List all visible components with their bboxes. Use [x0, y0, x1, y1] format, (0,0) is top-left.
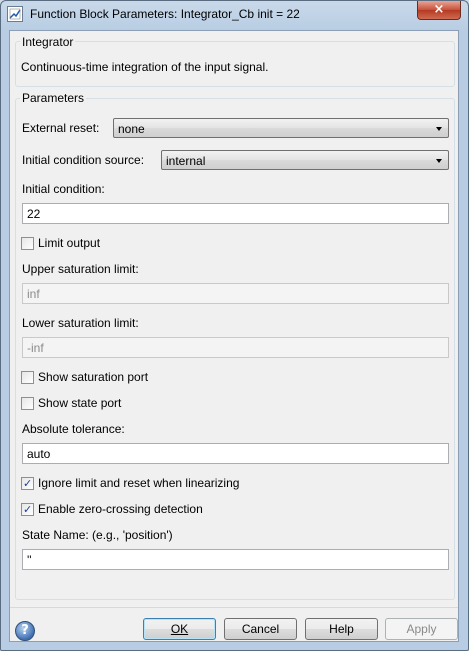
checkmark-icon: ✓: [23, 477, 33, 490]
limit-output-label: Limit output: [38, 236, 101, 250]
block-description: Continuous-time integration of the input…: [21, 60, 269, 74]
dialog-window: Function Block Parameters: Integrator_Cb…: [0, 0, 469, 651]
external-reset-label: External reset:: [22, 121, 100, 135]
absolute-tolerance-value: auto: [27, 447, 51, 461]
absolute-tolerance-label: Absolute tolerance:: [22, 422, 125, 436]
lower-limit-value: -inf: [27, 341, 44, 355]
upper-limit-label: Upper saturation limit:: [22, 262, 139, 276]
cancel-button[interactable]: Cancel: [224, 618, 297, 640]
parameters-label: Parameters: [20, 91, 87, 105]
help-button[interactable]: Help: [305, 618, 378, 640]
chevron-down-icon: [436, 127, 442, 131]
chevron-down-icon: [436, 159, 442, 163]
lower-limit-field: -inf: [22, 337, 449, 358]
apply-button: Apply: [385, 618, 458, 640]
zero-crossing-checkbox[interactable]: ✓: [21, 503, 34, 516]
apply-button-label: Apply: [406, 622, 437, 636]
initial-condition-label: Initial condition:: [22, 182, 105, 196]
show-saturation-port-label: Show saturation port: [38, 370, 149, 384]
initial-condition-value: 22: [27, 207, 41, 221]
ignore-limit-checkbox[interactable]: ✓: [21, 477, 34, 490]
close-icon: ×: [433, 2, 445, 17]
block-name-label: Integrator: [20, 35, 76, 49]
limit-output-checkbox[interactable]: [21, 237, 34, 250]
window-title: Function Block Parameters: Integrator_Cb…: [30, 7, 300, 21]
state-name-value: '': [27, 553, 32, 567]
help-question-icon[interactable]: ?: [15, 621, 35, 641]
title-bar[interactable]: Function Block Parameters: Integrator_Cb…: [1, 1, 468, 29]
ic-source-label: Initial condition source:: [22, 153, 145, 167]
checkmark-icon: ✓: [23, 503, 33, 516]
simulink-app-icon: [7, 6, 23, 22]
help-button-label: Help: [329, 622, 354, 636]
ignore-limit-label: Ignore limit and reset when linearizing: [38, 476, 240, 490]
external-reset-dropdown[interactable]: none: [113, 118, 449, 138]
ic-source-value: internal: [166, 154, 206, 168]
upper-limit-value: inf: [27, 287, 40, 301]
ic-source-dropdown[interactable]: internal: [161, 150, 449, 170]
initial-condition-field[interactable]: 22: [22, 203, 449, 224]
state-name-label: State Name: (e.g., 'position'): [22, 528, 173, 542]
ok-button-label: OK: [170, 622, 189, 636]
external-reset-value: none: [118, 122, 145, 136]
show-state-port-label: Show state port: [38, 396, 122, 410]
upper-limit-field: inf: [22, 283, 449, 304]
ok-button[interactable]: OK: [143, 618, 216, 640]
zero-crossing-label: Enable zero-crossing detection: [38, 502, 203, 516]
button-bar-separator: [10, 607, 458, 608]
show-saturation-port-checkbox[interactable]: [21, 371, 34, 384]
absolute-tolerance-field[interactable]: auto: [22, 443, 449, 464]
cancel-button-label: Cancel: [241, 622, 280, 636]
dialog-client-area: Integrator Continuous-time integration o…: [9, 30, 459, 642]
lower-limit-label: Lower saturation limit:: [22, 316, 139, 330]
show-state-port-checkbox[interactable]: [21, 397, 34, 410]
state-name-field[interactable]: '': [22, 549, 449, 570]
close-button[interactable]: ×: [417, 1, 461, 20]
